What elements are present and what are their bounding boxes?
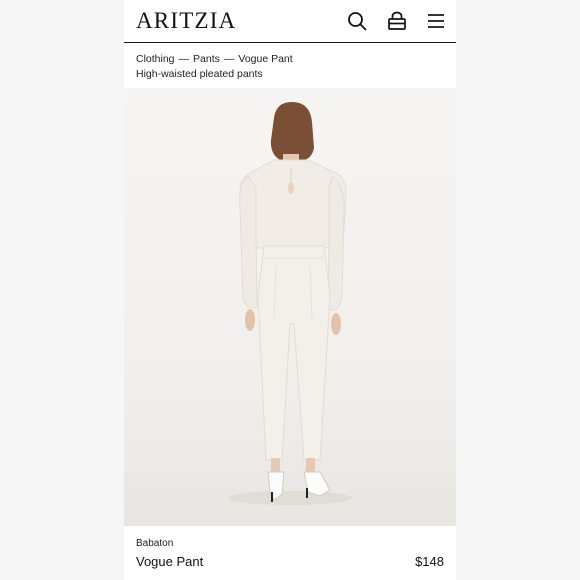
product-price: $148 (415, 554, 444, 569)
model-illustration (228, 102, 352, 505)
product-info: Babaton Vogue Pant $148 (136, 538, 444, 569)
breadcrumb: Clothing — Pants — Vogue Pant High-waisted p… (136, 52, 293, 82)
breadcrumb-vogue-pant[interactable]: Vogue Pant (238, 53, 292, 65)
menu-icon[interactable] (425, 10, 447, 32)
search-icon[interactable] (346, 10, 368, 32)
breadcrumb-separator: — (178, 53, 190, 65)
product-image[interactable] (124, 88, 456, 526)
product-brand[interactable]: Babaton (136, 538, 444, 549)
site-header: ARITZIA (124, 0, 456, 43)
breadcrumb-subtitle: High-waisted pleated pants (136, 68, 263, 80)
product-page: ARITZIA Clothing — Pants — Vogue Pant High-w… (124, 0, 456, 580)
breadcrumb-separator: — (223, 53, 235, 65)
product-name[interactable]: Vogue Pant (136, 554, 203, 569)
brand-logo[interactable]: ARITZIA (136, 8, 236, 34)
bag-icon[interactable] (386, 10, 408, 32)
breadcrumb-clothing[interactable]: Clothing (136, 53, 175, 65)
breadcrumb-pants[interactable]: Pants (193, 53, 220, 65)
